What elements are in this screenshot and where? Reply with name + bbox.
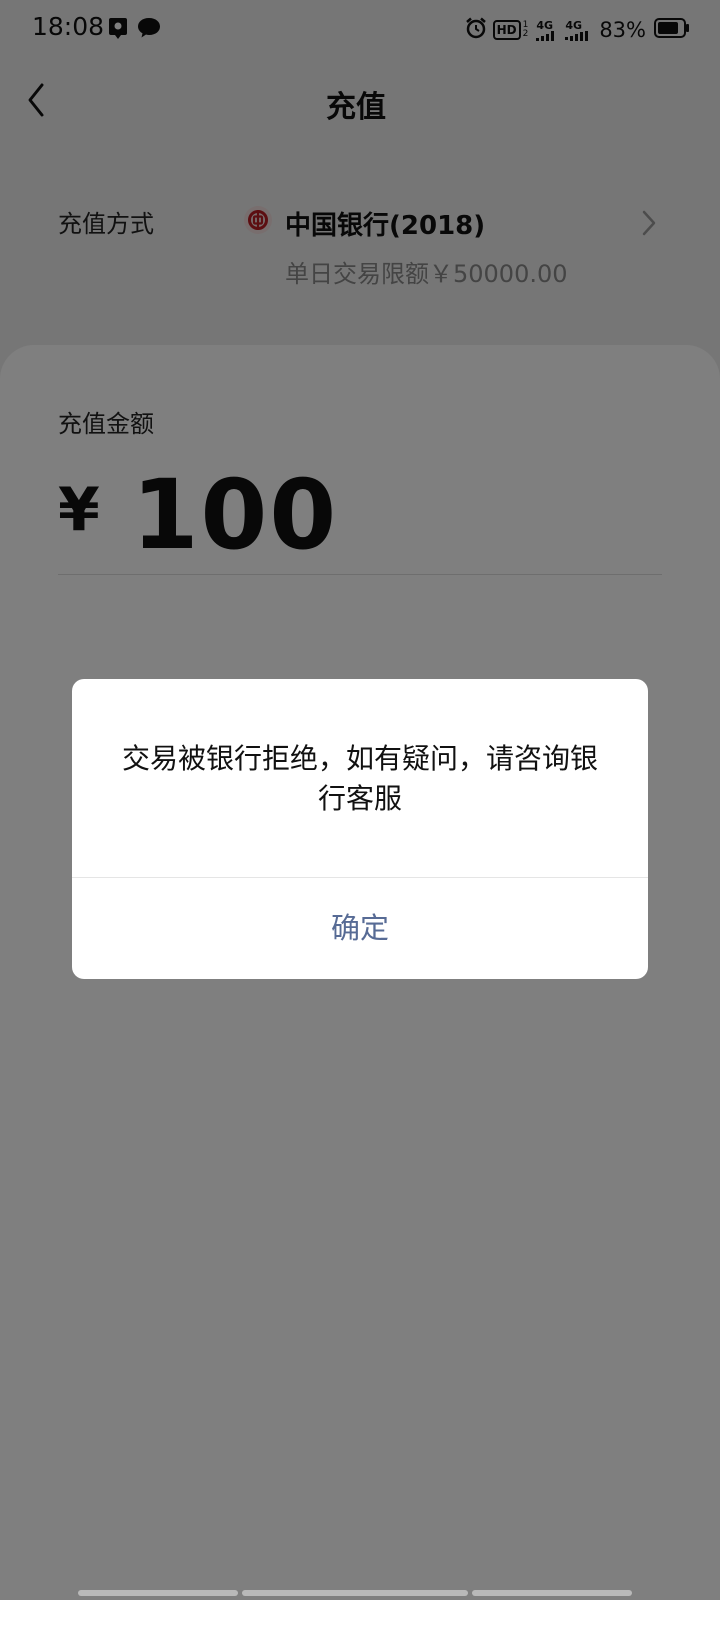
alert-dialog: 交易被银行拒绝，如有疑问，请咨询银行客服 确定 (72, 679, 648, 979)
gesture-bar (78, 1590, 636, 1596)
confirm-button[interactable]: 确定 (72, 878, 648, 979)
dialog-message: 交易被银行拒绝，如有疑问，请咨询银行客服 (122, 742, 599, 815)
